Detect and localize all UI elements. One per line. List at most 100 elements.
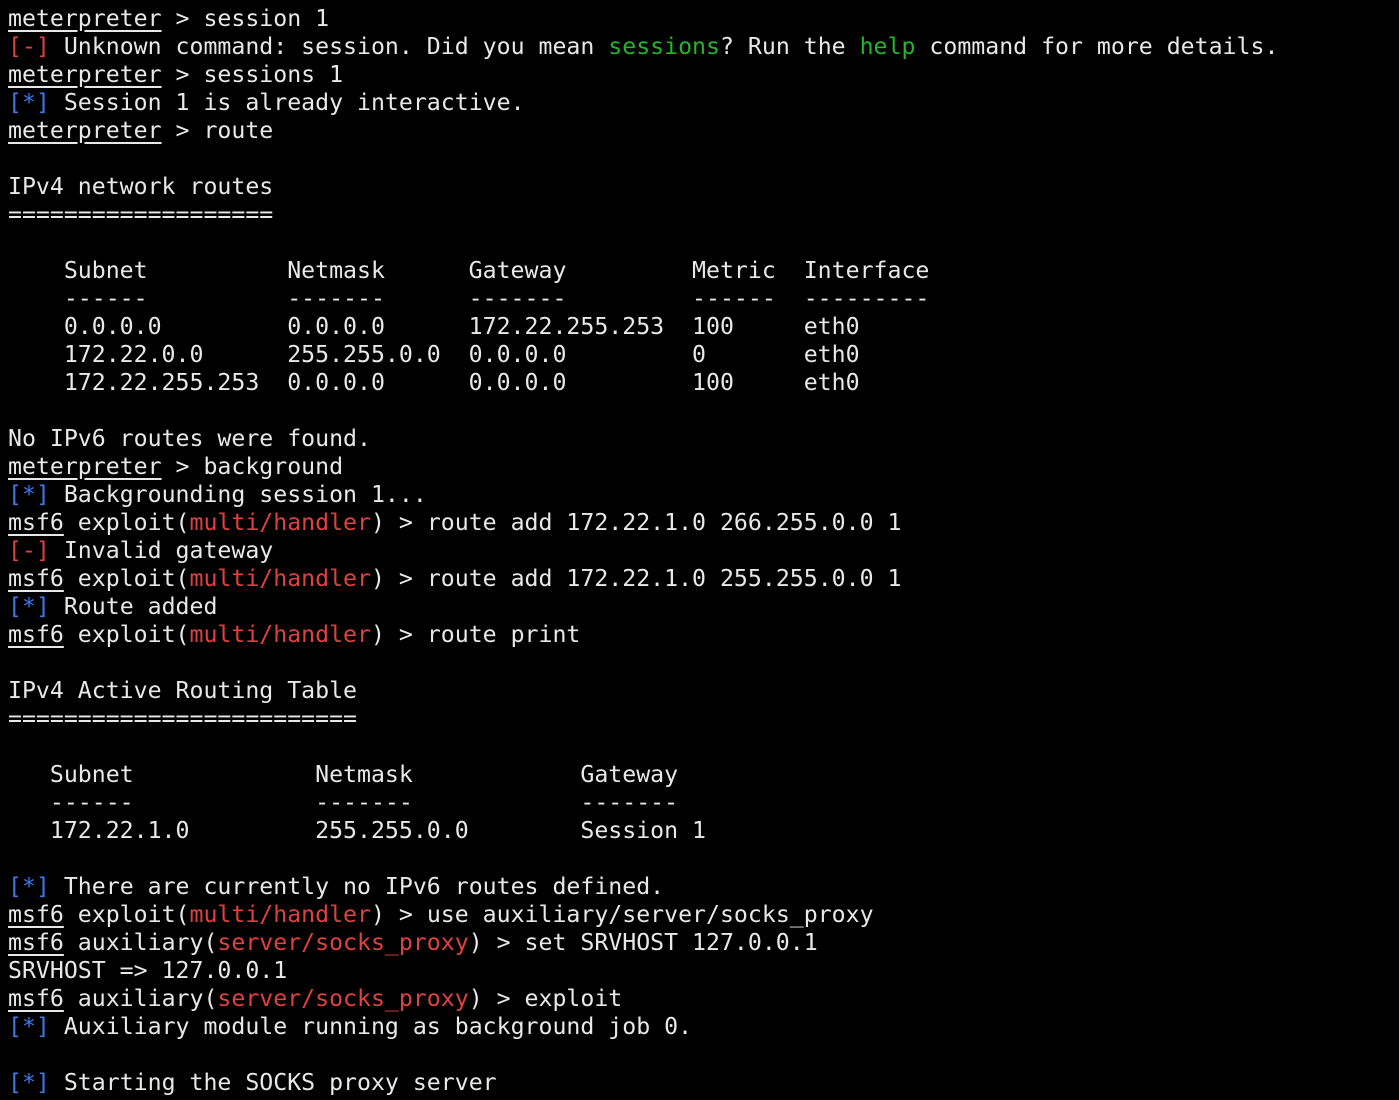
- prompt-label: meterpreter: [8, 453, 162, 480]
- module-name: multi/handler: [189, 509, 371, 536]
- module-context-suffix: ) >: [370, 621, 427, 648]
- output-line: No IPv6 routes were found.: [8, 425, 1393, 453]
- output-line: ------ ------- ------- ------ ---------: [8, 285, 1393, 313]
- module-name: multi/handler: [189, 565, 371, 592]
- command-text: sessions 1: [203, 61, 344, 88]
- output-text: SRVHOST => 127.0.0.1: [8, 957, 288, 984]
- output-text: =========================: [8, 705, 358, 732]
- error-text: Unknown command: session. Did you mean: [49, 33, 609, 60]
- prompt-separator: >: [161, 61, 204, 88]
- info-marker: [*]: [8, 593, 50, 620]
- info-line: [*] There are currently no IPv6 routes d…: [8, 873, 1393, 901]
- module-context-prefix: exploit(: [63, 565, 190, 592]
- msf-prompt-line: msf6 exploit(multi/handler) > route add …: [8, 509, 1393, 537]
- command-text: set SRVHOST 127.0.0.1: [524, 929, 818, 956]
- error-marker: [-]: [8, 537, 50, 564]
- prompt-label: meterpreter: [8, 61, 162, 88]
- info-line: [*] Starting the SOCKS proxy server: [8, 1069, 1393, 1097]
- error-marker: [-]: [8, 33, 50, 60]
- output-line: IPv4 network routes: [8, 173, 1393, 201]
- output-line: ------ ------- -------: [8, 789, 1393, 817]
- info-text: There are currently no IPv6 routes defin…: [49, 873, 665, 900]
- module-context-suffix: ) >: [370, 565, 427, 592]
- command-text: route add 172.22.1.0 255.255.0.0 1: [426, 565, 902, 592]
- info-line: [*] Route added: [8, 593, 1393, 621]
- msf-prompt-line: msf6 auxiliary(server/socks_proxy) > exp…: [8, 985, 1393, 1013]
- meterpreter-prompt-line: meterpreter > session 1: [8, 5, 1393, 33]
- prompt-label: msf6: [8, 901, 64, 928]
- prompt-label: msf6: [8, 929, 64, 956]
- module-name: server/socks_proxy: [217, 929, 469, 956]
- output-text: ------ ------- -------: [8, 789, 679, 816]
- info-marker: [*]: [8, 481, 50, 508]
- output-line: 172.22.1.0 255.255.0.0 Session 1: [8, 817, 1393, 845]
- module-context-suffix: ) >: [370, 901, 427, 928]
- error-text: command for more details.: [915, 33, 1279, 60]
- error-text: Invalid gateway: [49, 537, 274, 564]
- prompt-label: msf6: [8, 985, 64, 1012]
- module-context-suffix: ) >: [468, 929, 525, 956]
- output-text: No IPv6 routes were found.: [8, 425, 371, 452]
- output-text: ===================: [8, 201, 274, 228]
- prompt-separator: >: [161, 453, 204, 480]
- module-name: multi/handler: [189, 901, 371, 928]
- info-marker: [*]: [8, 1013, 50, 1040]
- prompt-separator: >: [161, 5, 204, 32]
- output-line: Subnet Netmask Gateway Metric Interface: [8, 257, 1393, 285]
- command-text: use auxiliary/server/socks_proxy: [426, 901, 874, 928]
- suggested-command: help: [859, 33, 916, 60]
- info-line: [*] Session 1 is already interactive.: [8, 89, 1393, 117]
- module-context-prefix: auxiliary(: [63, 985, 218, 1012]
- module-context-prefix: exploit(: [63, 509, 190, 536]
- output-text: IPv4 Active Routing Table: [8, 677, 358, 704]
- info-marker: [*]: [8, 873, 50, 900]
- error-line: [-] Invalid gateway: [8, 537, 1393, 565]
- module-name: server/socks_proxy: [217, 985, 469, 1012]
- meterpreter-prompt-line: meterpreter > route: [8, 117, 1393, 145]
- command-text: route print: [426, 621, 581, 648]
- output-line: IPv4 Active Routing Table: [8, 677, 1393, 705]
- msf-prompt-line: msf6 auxiliary(server/socks_proxy) > set…: [8, 929, 1393, 957]
- module-name: multi/handler: [189, 621, 371, 648]
- module-context-prefix: auxiliary(: [63, 929, 218, 956]
- info-text: Session 1 is already interactive.: [49, 89, 525, 116]
- module-context-suffix: ) >: [370, 509, 427, 536]
- error-text: ? Run the: [719, 33, 860, 60]
- prompt-label: msf6: [8, 621, 64, 648]
- output-text: IPv4 network routes: [8, 173, 274, 200]
- output-text: 172.22.0.0 255.255.0.0 0.0.0.0 0 eth0: [8, 341, 860, 368]
- msf-prompt-line: msf6 exploit(multi/handler) > use auxili…: [8, 901, 1393, 929]
- info-text: Route added: [49, 593, 218, 620]
- prompt-label: meterpreter: [8, 117, 162, 144]
- info-line: [*] Auxiliary module running as backgrou…: [8, 1013, 1393, 1041]
- msf-prompt-line: msf6 exploit(multi/handler) > route add …: [8, 565, 1393, 593]
- terminal-output[interactable]: meterpreter > session 1 [-] Unknown comma…: [8, 5, 1393, 1100]
- output-text: 0.0.0.0 0.0.0.0 172.22.255.253 100 eth0: [8, 313, 860, 340]
- output-line: 0.0.0.0 0.0.0.0 172.22.255.253 100 eth0: [8, 313, 1393, 341]
- module-context-prefix: exploit(: [63, 621, 190, 648]
- output-text: Subnet Netmask Gateway: [8, 761, 679, 788]
- module-context-prefix: exploit(: [63, 901, 190, 928]
- prompt-label: msf6: [8, 565, 64, 592]
- output-line: ===================: [8, 201, 1393, 229]
- output-line: SRVHOST => 127.0.0.1: [8, 957, 1393, 985]
- module-context-suffix: ) >: [468, 985, 525, 1012]
- info-text: Starting the SOCKS proxy server: [49, 1069, 497, 1096]
- info-text: Backgrounding session 1...: [49, 481, 427, 508]
- command-text: background: [203, 453, 344, 480]
- prompt-separator: >: [161, 117, 204, 144]
- output-text: 172.22.1.0 255.255.0.0 Session 1: [8, 817, 707, 844]
- msf-prompt-line: msf6 exploit(multi/handler) > route prin…: [8, 621, 1393, 649]
- command-text: route add 172.22.1.0 266.255.0.0 1: [426, 509, 902, 536]
- info-marker: [*]: [8, 89, 50, 116]
- prompt-label: msf6: [8, 509, 64, 536]
- meterpreter-prompt-line: meterpreter > background: [8, 453, 1393, 481]
- info-marker: [*]: [8, 1069, 50, 1096]
